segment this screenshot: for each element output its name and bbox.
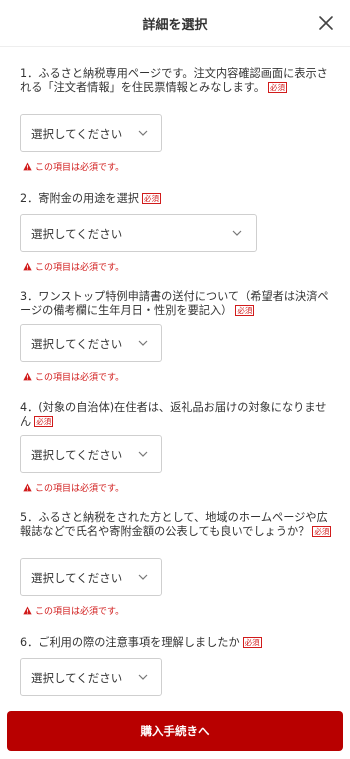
chevron-down-icon [138, 451, 148, 457]
required-badge: 必須 [312, 525, 332, 537]
question-3: 3．ワンストップ特例申請書の送付について（希望者は決済ページの備考欄に生年月日・… [20, 290, 332, 317]
chevron-down-icon [138, 674, 148, 680]
chevron-down-icon [138, 130, 148, 136]
select-question-5[interactable]: 選択してください [20, 558, 162, 596]
page-title: 詳細を選択 [142, 18, 208, 33]
question-4: 4．(対象の自治体)在住者は、返礼品お届けの対象になりません 必須 [20, 401, 332, 428]
modal-header: 詳細を選択 [0, 0, 350, 47]
warning-icon [23, 262, 32, 271]
warning-icon [23, 606, 32, 615]
footer-bar: 購入手続きへ [0, 698, 350, 759]
question-text: 4．(対象の自治体)在住者は、返礼品お届けの対象になりません [20, 401, 327, 428]
warning-icon [23, 483, 32, 492]
question-text: 2．寄附金の用途を選択 [20, 192, 139, 205]
required-badge: 必須 [242, 637, 262, 648]
error-message-5: この項目は必須です。 [23, 606, 124, 618]
required-badge: 必須 [34, 415, 54, 427]
error-message-3: この項目は必須です。 [23, 372, 124, 384]
question-6: 6．ご利用の際の注意事項を理解しましたか 必須 [20, 636, 332, 650]
required-badge: 必須 [268, 81, 288, 93]
chevron-down-icon [138, 340, 148, 346]
question-text: 3．ワンストップ特例申請書の送付について（希望者は決済ページの備考欄に生年月日・… [20, 290, 329, 317]
warning-icon [23, 372, 32, 381]
error-message-2: この項目は必須です。 [23, 262, 124, 274]
warning-icon [23, 162, 32, 171]
select-value: 選択してください [31, 127, 123, 141]
select-question-6[interactable]: 選択してください [20, 658, 162, 696]
form-content[interactable]: 1．ふるさと納税専用ページです。注文内容確認画面に表示される「注文者情報」を住民… [0, 47, 350, 697]
select-question-2[interactable]: 選択してください [20, 214, 257, 252]
select-question-4[interactable]: 選択してください [20, 435, 162, 473]
select-value: 選択してください [31, 671, 123, 685]
select-value: 選択してください [31, 571, 123, 585]
select-value: 選択してください [31, 448, 123, 462]
select-question-3[interactable]: 選択してください [20, 324, 162, 362]
question-5: 5．ふるさと納税をされた方として、地域のホームページや広報誌などで氏名や寄附金額… [20, 511, 332, 538]
chevron-down-icon [232, 230, 242, 236]
question-text: 5．ふるさと納税をされた方として、地域のホームページや広報誌などで氏名や寄附金額… [20, 511, 328, 538]
select-value: 選択してください [31, 337, 123, 351]
question-text: 6．ご利用の際の注意事項を理解しましたか [20, 636, 240, 649]
close-icon [319, 16, 333, 30]
select-value: 選択してください [31, 227, 123, 241]
question-2: 2．寄附金の用途を選択 必須 [20, 192, 332, 206]
required-badge: 必須 [235, 304, 255, 316]
chevron-down-icon [138, 574, 148, 580]
required-badge: 必須 [142, 193, 161, 204]
proceed-to-purchase-button[interactable]: 購入手続きへ [7, 711, 343, 751]
error-message-4: この項目は必須です。 [23, 483, 124, 495]
error-message-1: この項目は必須です。 [23, 162, 124, 174]
select-question-1[interactable]: 選択してください [20, 114, 162, 152]
question-1: 1．ふるさと納税専用ページです。注文内容確認画面に表示される「注文者情報」を住民… [20, 67, 332, 94]
close-button[interactable] [316, 13, 336, 33]
